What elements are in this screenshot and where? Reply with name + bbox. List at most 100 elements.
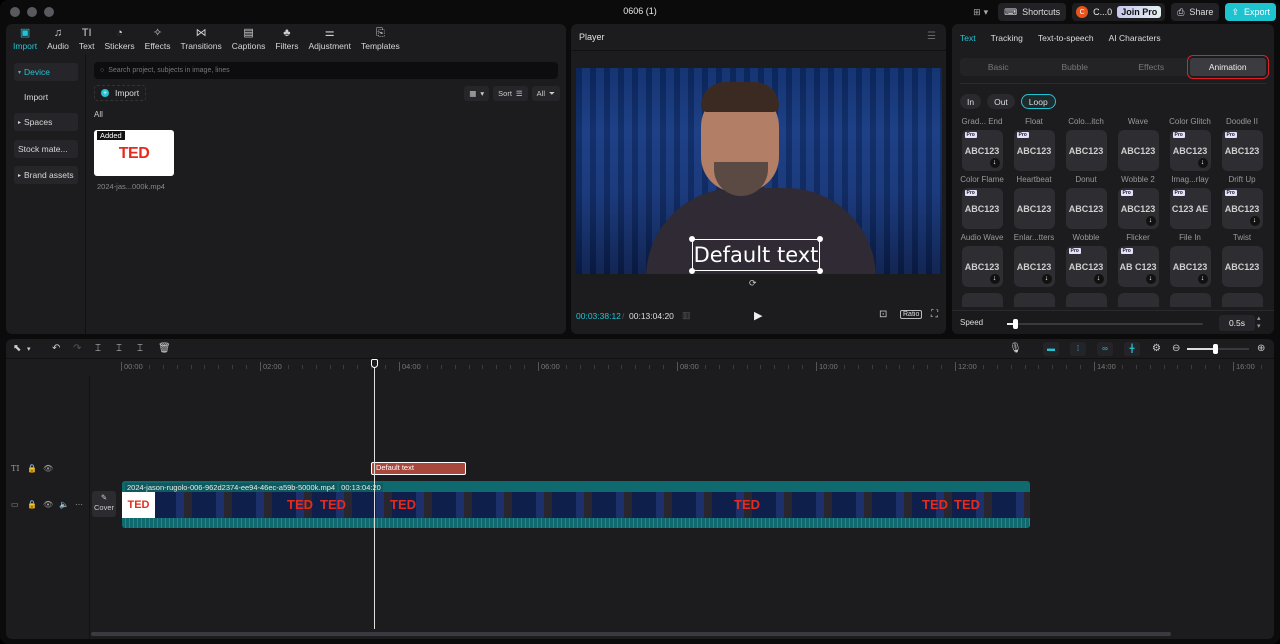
animation-preset[interactable]: Twist ABC123 xyxy=(1216,233,1268,287)
animation-preset[interactable]: Donut ABC123 xyxy=(1060,175,1112,229)
animation-preset[interactable]: Rand...unce xyxy=(1164,291,1216,307)
animation-preset[interactable]: Audio Wave ABC123 ↓ xyxy=(956,233,1008,287)
zoom-slider-thumb[interactable] xyxy=(1212,344,1218,354)
animation-preset[interactable]: Dance xyxy=(1008,291,1060,307)
sidebar-item-device[interactable]: ▾ Device xyxy=(14,63,78,81)
tab-transitions[interactable]: ⋈ Transitions xyxy=(176,24,227,54)
anim-type-loop[interactable]: Loop xyxy=(1020,94,1056,109)
split-icon[interactable]: ⌶ xyxy=(95,343,101,354)
import-button[interactable]: + Import xyxy=(94,85,147,101)
fit-screen-icon[interactable]: ⊡ xyxy=(879,309,887,320)
timeline-ruler[interactable]: 00:00 02:00 04:00 06:00 08:00 10:00 12:00 14:00… xyxy=(121,360,1271,374)
rotate-icon[interactable]: ⟳ xyxy=(749,278,757,289)
undo-icon[interactable]: ↶ xyxy=(52,343,60,354)
lock-icon[interactable]: 🔒 xyxy=(27,500,37,509)
resize-handle[interactable] xyxy=(689,268,695,274)
tab-text[interactable]: TI Text xyxy=(74,24,100,54)
sidebar-item-spaces[interactable]: ▸ Spaces xyxy=(14,113,78,131)
speed-value-input[interactable]: 0.5s xyxy=(1219,315,1255,331)
tab-captions[interactable]: ▤ Captions xyxy=(227,24,271,54)
tab-audio[interactable]: ♫ Audio xyxy=(42,24,74,54)
linkage-icon[interactable]: ∞ xyxy=(1097,342,1113,356)
menu-icon[interactable]: ☰ xyxy=(927,31,936,42)
subtab-animation[interactable]: Animation xyxy=(1186,55,1269,79)
download-icon[interactable]: ↓ xyxy=(1041,274,1052,284)
animation-preset[interactable]: Wobble 2 ABC123 Pro ↓ xyxy=(1112,175,1164,229)
redo-icon[interactable]: ↷ xyxy=(73,343,81,354)
microphone-icon[interactable]: 🎙 xyxy=(1009,343,1022,354)
eye-icon[interactable]: 👁 xyxy=(43,500,53,509)
text-overlay[interactable]: Default text xyxy=(692,239,820,271)
sidebar-item-import[interactable]: Import xyxy=(14,88,78,106)
animation-preset[interactable]: Drift Up ABC123 Pro ↓ xyxy=(1216,175,1268,229)
playhead[interactable] xyxy=(374,361,375,629)
video-clip[interactable]: TED TED TED TED TED TED TED 2024-jason-r… xyxy=(122,481,1030,528)
trim-right-icon[interactable]: ⌶ xyxy=(137,343,143,354)
download-icon[interactable]: ↓ xyxy=(1249,216,1260,226)
download-icon[interactable]: ↓ xyxy=(989,274,1000,284)
sort-button[interactable]: Sort ☰ xyxy=(493,86,528,101)
zoom-in-icon[interactable]: ⊕ xyxy=(1257,343,1265,354)
sidebar-item-stock-mate-[interactable]: Stock mate... xyxy=(14,140,78,158)
ratio-button[interactable]: Ratio xyxy=(900,310,923,319)
preview-axis-icon[interactable]: ╋ xyxy=(1124,342,1140,356)
share-button[interactable]: ⎙ Share xyxy=(1171,3,1220,21)
animation-preset[interactable]: Color Flame ABC123 Pro xyxy=(956,175,1008,229)
filter-button[interactable]: All ⏷ xyxy=(531,86,560,101)
download-icon[interactable]: ↓ xyxy=(1197,158,1208,168)
animation-preset[interactable]: Ink Print xyxy=(1216,291,1268,307)
subtab-basic[interactable]: Basic xyxy=(960,58,1037,76)
horizontal-scrollbar[interactable] xyxy=(91,632,1171,636)
eye-icon[interactable]: 👁 xyxy=(43,464,53,473)
download-icon[interactable]: ↓ xyxy=(1145,274,1156,284)
zoom-out-icon[interactable]: ⊖ xyxy=(1172,343,1180,354)
animation-preset[interactable]: Wobble ABC123 Pro ↓ xyxy=(1060,233,1112,287)
animation-preset[interactable]: Color Glitch ABC123 Pro ↓ xyxy=(1164,117,1216,171)
animation-preset[interactable]: Resize xyxy=(1112,291,1164,307)
tab-adjustment[interactable]: ⚌ Adjustment xyxy=(303,24,356,54)
animation-preset[interactable]: Float ABC123 Pro xyxy=(1008,117,1060,171)
tab-ai-characters[interactable]: AI Characters xyxy=(1109,33,1170,43)
view-mode-button[interactable]: ▦ ▾ xyxy=(464,86,490,101)
lock-icon[interactable]: 🔒 xyxy=(27,464,37,473)
speed-stepper[interactable]: ▴ ▾ xyxy=(1257,315,1261,331)
delete-icon[interactable]: 🗑 xyxy=(158,343,171,354)
cover-button[interactable]: ✎ Cover xyxy=(92,491,116,517)
resize-handle[interactable] xyxy=(689,236,695,242)
media-item-thumbnail[interactable]: Added TED xyxy=(94,130,174,176)
tab-stickers[interactable]: ◔ Stickers xyxy=(99,24,139,54)
tab-text[interactable]: Text xyxy=(960,33,985,43)
animation-preset[interactable]: Doodle II ABC123 Pro xyxy=(1216,117,1268,171)
tab-filters[interactable]: ♣ Filters xyxy=(270,24,303,54)
search-input[interactable]: ○ Search project, subjects in image, lin… xyxy=(94,62,558,79)
audio-icon[interactable]: 🔈 xyxy=(59,500,69,509)
text-clip[interactable]: Default text xyxy=(371,462,466,475)
trim-left-icon[interactable]: ⌶ xyxy=(116,343,122,354)
subtab-effects[interactable]: Effects xyxy=(1113,58,1190,76)
main-track-magnet-icon[interactable]: ▬ xyxy=(1043,342,1059,356)
timeline-zoom-slider[interactable] xyxy=(1187,344,1249,354)
animation-preset[interactable]: Pulse xyxy=(956,291,1008,307)
tab-templates[interactable]: ⎘ Templates xyxy=(356,24,405,54)
animation-preset[interactable]: Heartbeat ABC123 xyxy=(1008,175,1060,229)
join-pro-button[interactable]: Join Pro xyxy=(1117,6,1162,18)
video-preview[interactable]: Default text xyxy=(576,68,942,274)
speed-slider[interactable] xyxy=(1007,319,1203,329)
select-tool-icon[interactable]: ⬉ xyxy=(13,343,21,354)
sidebar-item-brand-assets[interactable]: ▸ Brand assets xyxy=(14,166,78,184)
resize-handle[interactable] xyxy=(817,236,823,242)
tab-import[interactable]: ▣ Import xyxy=(8,24,42,54)
speed-slider-thumb[interactable] xyxy=(1012,319,1018,329)
animation-preset[interactable]: File In ABC123 ↓ xyxy=(1164,233,1216,287)
download-icon[interactable]: ↓ xyxy=(1093,274,1104,284)
playhead-handle[interactable] xyxy=(371,359,378,368)
animation-preset[interactable]: Enlar...tters ABC123 ↓ xyxy=(1008,233,1060,287)
waveform-icon[interactable]: ▥ xyxy=(682,310,691,321)
play-button[interactable]: ▶ xyxy=(754,309,762,322)
animation-preset[interactable]: Imag...rlay C123 AE Pro xyxy=(1164,175,1216,229)
download-icon[interactable]: ↓ xyxy=(989,158,1000,168)
export-button[interactable]: ⇪ Export xyxy=(1225,3,1276,21)
animation-preset[interactable]: Colo...itch ABC123 xyxy=(1060,117,1112,171)
tab-text-to-speech[interactable]: Text-to-speech xyxy=(1038,33,1103,43)
animation-preset[interactable]: Wave ABC123 xyxy=(1112,117,1164,171)
